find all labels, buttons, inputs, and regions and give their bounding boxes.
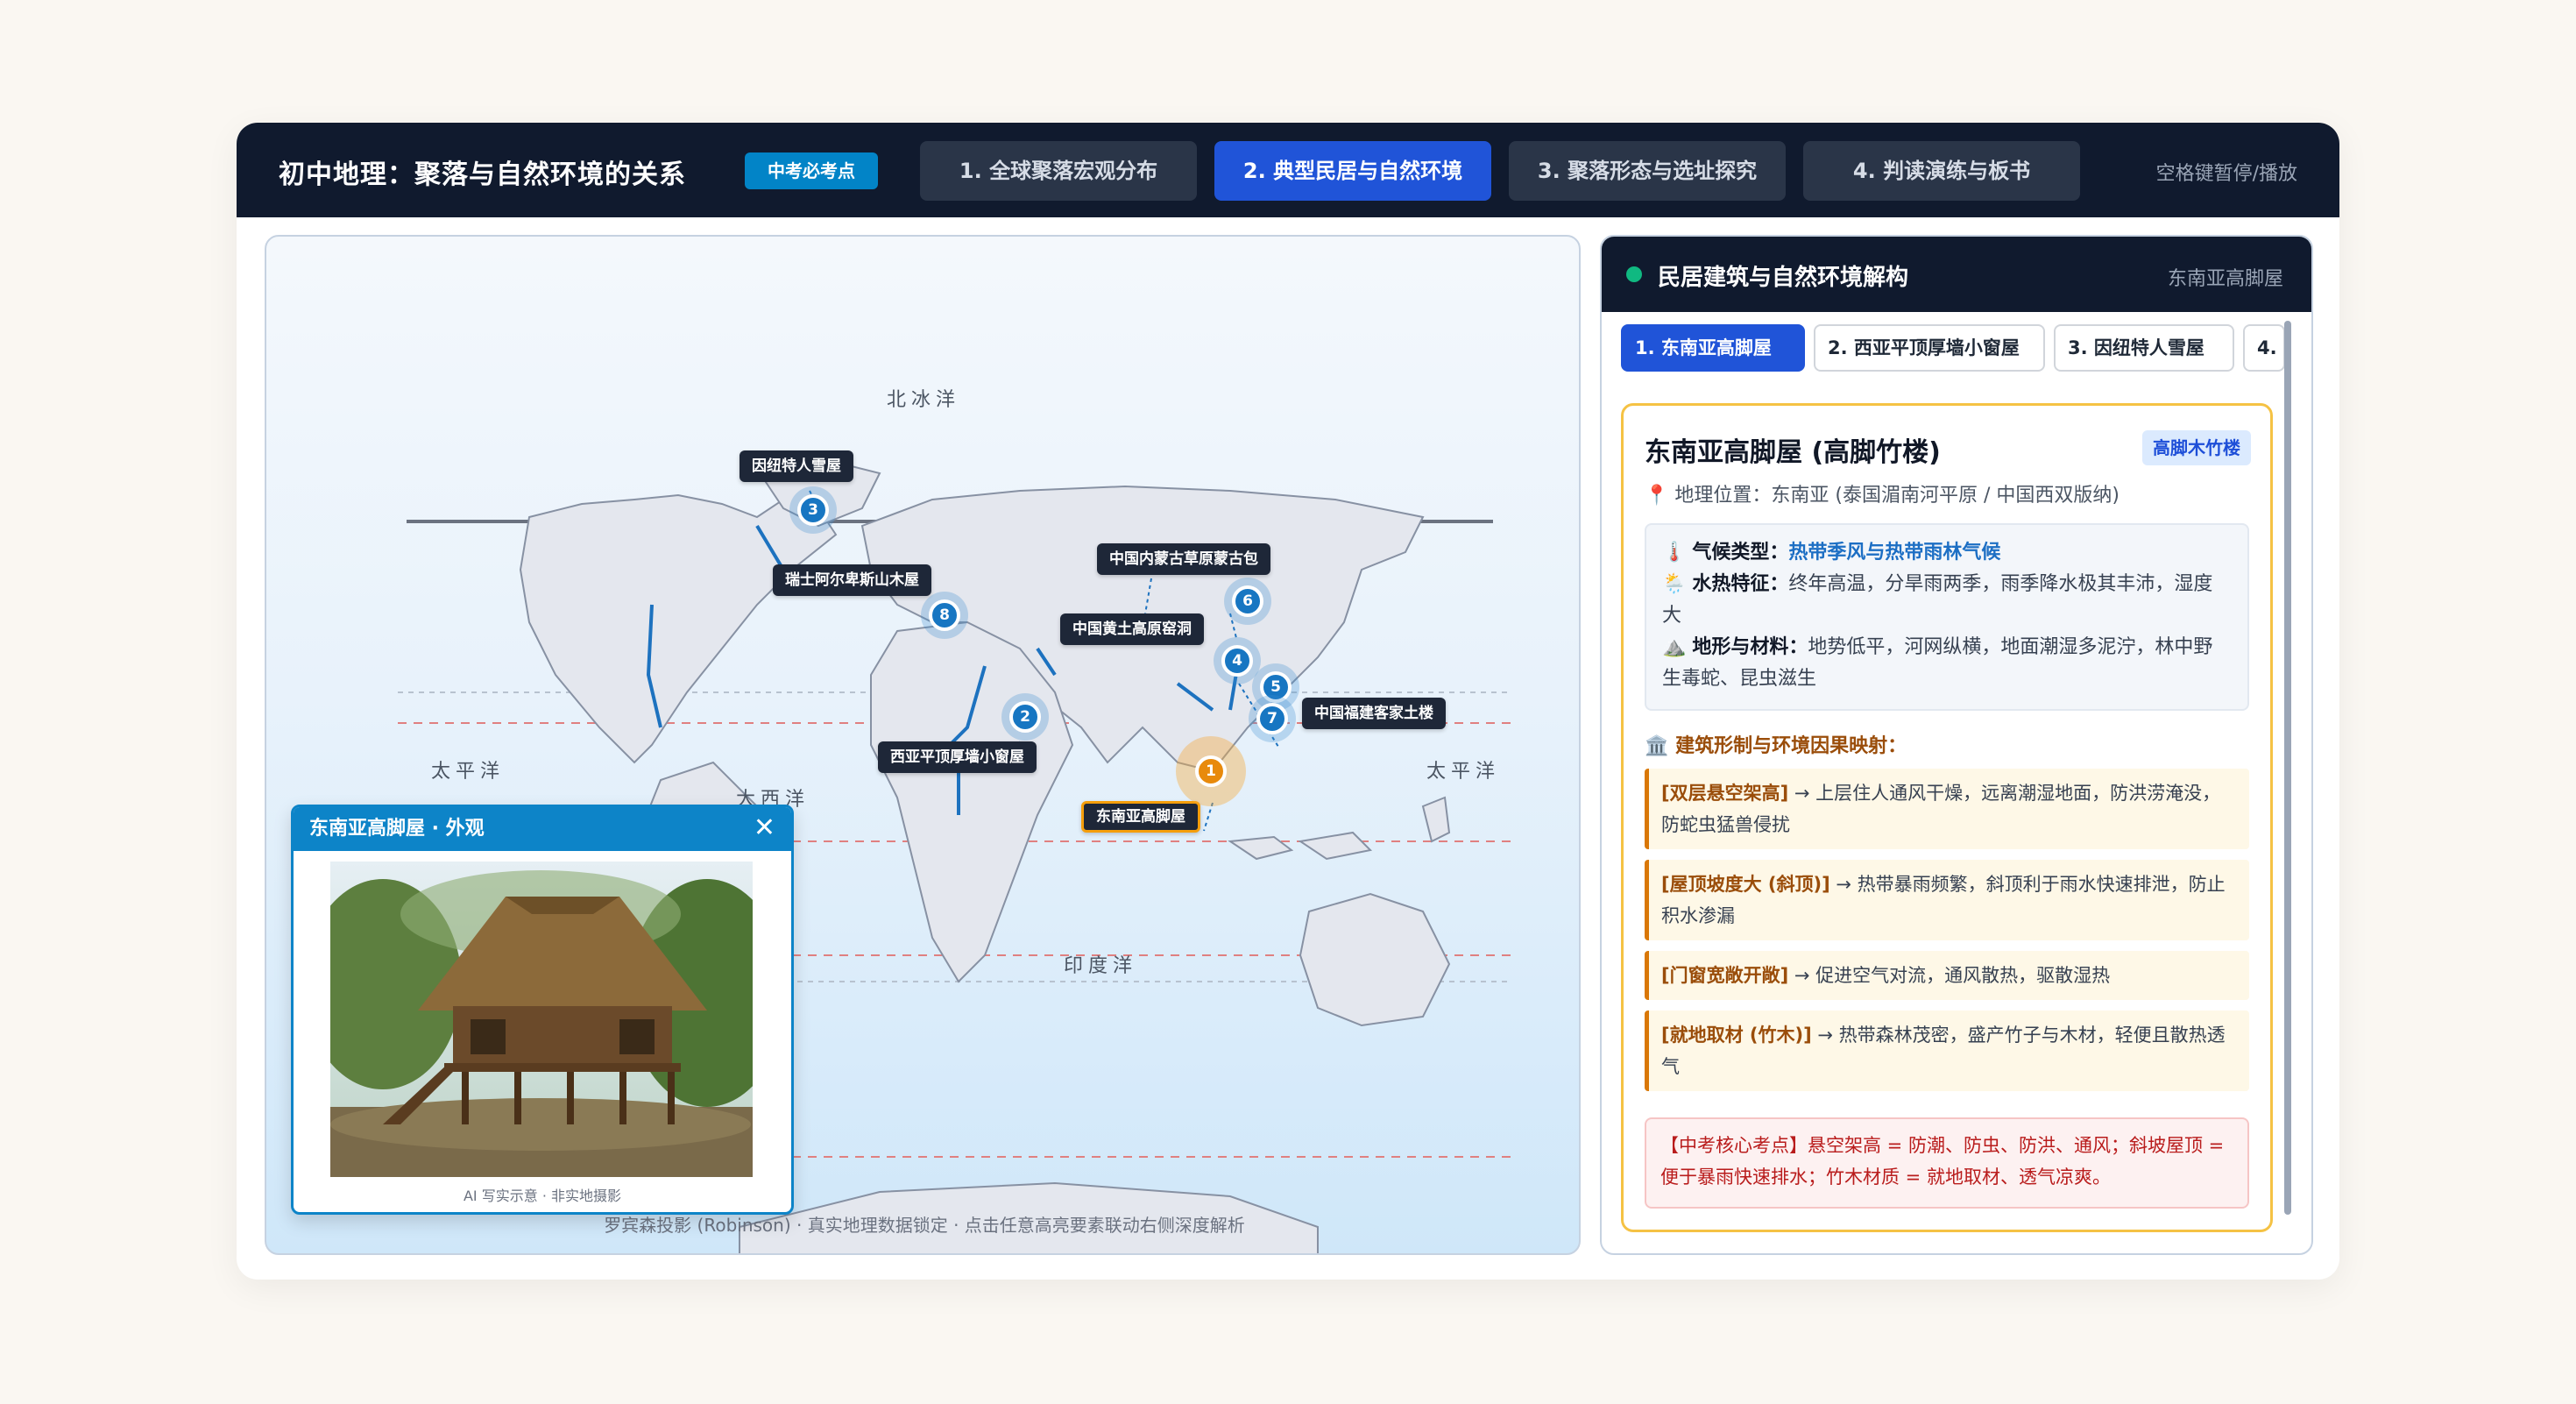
dwelling-title: 东南亚高脚屋 (高脚竹楼) <box>1645 437 1941 468</box>
island <box>1228 835 1294 861</box>
africa <box>870 620 1074 983</box>
tab-flat-roof-house[interactable]: 2. 西亚平顶厚墙小窗屋 <box>1814 324 2045 372</box>
location-text: 地理位置：东南亚 (泰国湄南河平原 / 中国西双版纳) <box>1674 485 2120 507</box>
location-line: 📍 地理位置：东南亚 (泰国湄南河平原 / 中国西双版纳) <box>1645 479 2120 507</box>
leader-line <box>1203 802 1214 832</box>
ocean-label-arctic: 北冰洋 <box>887 389 961 411</box>
site-marker-3[interactable]: 3 <box>797 494 829 526</box>
analysis-panel: 民居建筑与自然环境解构 东南亚高脚屋 1. 东南亚高脚屋 2. 西亚平顶厚墙小窗… <box>1600 235 2313 1255</box>
dwelling-detail-card: 东南亚高脚屋 (高脚竹楼) 高脚木竹楼 📍 地理位置：东南亚 (泰国湄南河平原 … <box>1621 403 2273 1232</box>
site-marker-8[interactable]: 8 <box>929 599 960 631</box>
map-panel: 北冰洋 太平洋 大西洋 太平洋 印度洋 因纽特人雪屋 瑞士阿尔卑斯山木屋 中国内… <box>265 235 1581 1255</box>
site-label-yurt[interactable]: 中国内蒙古草原蒙古包 <box>1097 543 1270 575</box>
top-bar: 初中地理：聚落与自然环境的关系 中考必考点 1. 全球聚落宏观分布 2. 典型民… <box>237 123 2339 217</box>
causal-item: [就地取材 (竹木)] → 热带森林茂密，盛产竹子与木材，轻便且散热透气 <box>1645 1010 2249 1091</box>
analysis-header: 民居建筑与自然环境解构 东南亚高脚屋 <box>1602 237 2311 312</box>
climate-key: 气候类型： <box>1692 542 1789 564</box>
map-footer-note: 罗宾森投影 (Robinson) · 真实地理数据锁定 · 点击任意高亮要素联动… <box>604 1215 1245 1236</box>
tab-settlement-form[interactable]: 3. 聚落形态与选址探究 <box>1509 141 1786 201</box>
site-marker-5[interactable]: 5 <box>1260 671 1292 703</box>
water-heat-line: 🌦️ 水热特征：终年高温，分旱雨两季，雨季降水极其丰沛，湿度大 <box>1662 569 2232 632</box>
weather-icon: 🌦️ <box>1662 573 1687 595</box>
site-marker-2[interactable]: 2 <box>1009 701 1041 733</box>
stilt-house-photo <box>330 862 753 1177</box>
causal-item-key: [就地取材 (竹木)] <box>1661 1025 1812 1046</box>
building-icon: 🏛️ <box>1645 735 1669 757</box>
analysis-title: 民居建筑与自然环境解构 <box>1658 265 1909 291</box>
tab-stilt-house[interactable]: 1. 东南亚高脚屋 <box>1621 324 1805 372</box>
site-marker-6[interactable]: 6 <box>1232 585 1263 617</box>
causal-mapping-title: 建筑形制与环境因果映射： <box>1675 735 1907 757</box>
tab-igloo[interactable]: 3. 因纽特人雪屋 <box>2054 324 2234 372</box>
causal-item: [双层悬空架高] → 上层住人通风干燥，远离潮湿地面，防洪涝淹没，防蛇虫猛兽侵扰 <box>1645 769 2249 849</box>
app-title: 初中地理：聚落与自然环境的关系 <box>279 160 686 190</box>
environment-box: 🌡️ 气候类型：热带季风与热带雨林气候 🌦️ 水热特征：终年高温，分旱雨两季，雨… <box>1645 523 2249 711</box>
ocean-label-indian: 印度洋 <box>1064 955 1138 977</box>
status-dot-icon <box>1626 266 1642 282</box>
australia <box>1299 892 1451 1027</box>
island <box>1298 831 1373 861</box>
tab-cave-dwelling[interactable]: 4. 黄 <box>2243 324 2285 372</box>
keyboard-hint: 空格键暂停/播放 <box>2155 163 2297 185</box>
tab-typical-dwellings[interactable]: 2. 典型民居与自然环境 <box>1214 141 1491 201</box>
causal-item: [屋顶坡度大 (斜顶)] → 热带暴雨频繁，斜顶利于雨水快速排泄，防止积水渗漏 <box>1645 860 2249 940</box>
site-marker-7[interactable]: 7 <box>1256 703 1288 734</box>
mountain-icon: ⛰️ <box>1662 636 1687 658</box>
tab-practice-notes[interactable]: 4. 判读演练与板书 <box>1803 141 2080 201</box>
site-marker-4[interactable]: 4 <box>1221 645 1253 677</box>
causal-item-key: [屋顶坡度大 (斜顶)] <box>1661 874 1830 895</box>
causal-mapping-heading: 🏛️ 建筑形制与环境因果映射： <box>1645 730 1907 758</box>
site-marker-1[interactable]: 1 <box>1195 755 1227 787</box>
ocean-label-pacific-left: 太平洋 <box>431 761 506 783</box>
location-pin-icon: 📍 <box>1645 485 1669 507</box>
dwelling-photo-popup: 东南亚高脚屋 · 外观 ✕ AI 写实示意 · 非实地摄影 <box>291 805 794 1215</box>
causal-item-key: [双层悬空架高] <box>1661 783 1789 804</box>
analysis-subtitle: 东南亚高脚屋 <box>2167 268 2283 290</box>
climate-line: 🌡️ 气候类型：热带季风与热带雨林气候 <box>1662 537 2232 569</box>
causal-item: [门窗宽敞开敞] → 促进空气对流，通风散热，驱散湿热 <box>1645 951 2249 1000</box>
tab-global-distribution[interactable]: 1. 全球聚落宏观分布 <box>920 141 1197 201</box>
app-window: 初中地理：聚落与自然环境的关系 中考必考点 1. 全球聚落宏观分布 2. 典型民… <box>237 123 2339 1280</box>
popup-title: 东南亚高脚屋 · 外观 <box>309 818 485 840</box>
island <box>1421 796 1451 843</box>
climate-value: 热带季风与热带雨林气候 <box>1788 542 2001 564</box>
terrain-key: 地形与材料： <box>1692 636 1808 658</box>
site-label-igloo[interactable]: 因纽特人雪屋 <box>740 450 853 482</box>
popup-caption: AI 写实示意 · 非实地摄影 <box>463 1188 621 1204</box>
causal-item-key: [门窗宽敞开敞] <box>1661 965 1789 986</box>
close-icon[interactable]: ✕ <box>754 807 775 849</box>
exam-badge: 中考必考点 <box>745 152 878 189</box>
popup-header: 东南亚高脚屋 · 外观 ✕ <box>294 807 791 851</box>
site-label-swiss-chalet[interactable]: 瑞士阿尔卑斯山木屋 <box>773 564 931 596</box>
core-exam-point: 【中考核心考点】悬空架高 = 防潮、防虫、防洪、通风；斜坡屋顶 = 便于暴雨快速… <box>1645 1117 2249 1209</box>
panel-scrollbar[interactable] <box>2284 321 2291 1215</box>
site-label-tulou[interactable]: 中国福建客家土楼 <box>1302 698 1446 729</box>
site-label-flat-roof-house[interactable]: 西亚平顶厚墙小窗屋 <box>878 741 1037 773</box>
dwelling-type-tag: 高脚木竹楼 <box>2142 430 2251 465</box>
terrain-line: ⛰️ 地形与材料：地势低平，河网纵横，地面潮湿多泥泞，林中野生毒蛇、昆虫滋生 <box>1662 632 2232 695</box>
site-label-cave-dwelling[interactable]: 中国黄土高原窑洞 <box>1060 613 1204 645</box>
water-heat-key: 水热特征： <box>1692 573 1789 595</box>
site-label-stilt-house[interactable]: 东南亚高脚屋 <box>1081 801 1200 833</box>
ocean-label-pacific-right: 太平洋 <box>1426 761 1501 783</box>
thermometer-icon: 🌡️ <box>1662 542 1687 564</box>
causal-item-text: → 促进空气对流，通风散热，驱散湿热 <box>1788 965 2111 986</box>
north-america <box>519 493 838 764</box>
